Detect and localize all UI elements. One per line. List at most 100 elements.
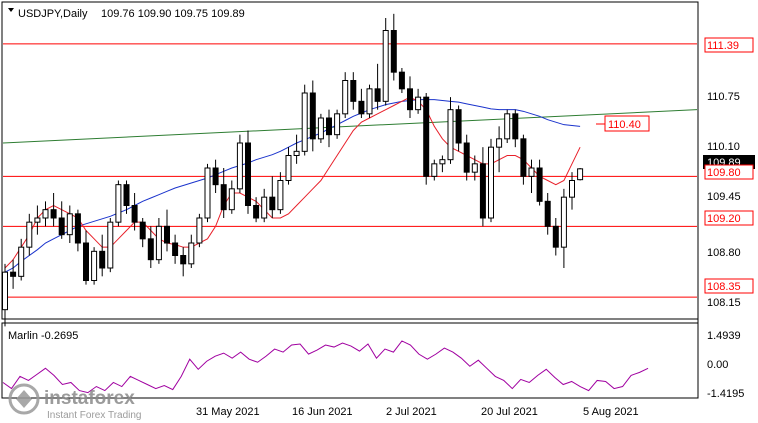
date-tick: 20 Jul 2021	[481, 406, 538, 418]
bear-candle	[479, 163, 486, 219]
price-tick: 110.10	[707, 141, 740, 153]
indicator-pane	[1, 322, 699, 399]
price-tick: 109.45	[707, 191, 741, 203]
bear-candle	[180, 255, 187, 265]
bull-candle	[317, 117, 324, 140]
bear-candle	[463, 142, 470, 173]
bear-candle	[520, 138, 527, 177]
indicator-tick: 0.00	[707, 359, 728, 371]
ohlc-values: 109.76 109.90 109.75 109.89	[101, 8, 245, 20]
logo-name: instaforex	[44, 388, 135, 409]
bull-candle	[334, 113, 341, 136]
bull-candle	[188, 242, 195, 265]
bull-candle	[155, 225, 162, 261]
bear-candle	[139, 221, 146, 240]
bull-candle	[447, 109, 454, 161]
bear-candle	[172, 242, 179, 256]
date-axis: 31 May 2021 16 Jun 2021 2 Jul 2021 20 Ju…	[196, 406, 639, 418]
level-label: 109.20	[707, 213, 741, 225]
date-tick: 31 May 2021	[196, 406, 260, 418]
bear-candle	[74, 213, 81, 244]
bull-candle	[26, 221, 33, 248]
level-label: 109.80	[707, 167, 741, 179]
bull-candle	[18, 246, 25, 277]
bull-candle	[204, 167, 211, 219]
bull-candle	[415, 96, 422, 111]
price-tick: 108.15	[707, 297, 741, 309]
bear-candle	[326, 117, 332, 136]
level-label: 111.39	[707, 40, 739, 52]
bear-candle	[212, 167, 219, 186]
bull-candle	[261, 196, 268, 219]
level-label: 110.40	[608, 119, 641, 131]
bull-candle	[115, 184, 122, 223]
bull-candle	[504, 113, 511, 140]
bull-candle	[285, 155, 292, 181]
bull-candle	[528, 167, 535, 177]
price-tick: 108.80	[707, 247, 741, 259]
bear-candle	[99, 250, 106, 269]
bear-candle	[544, 200, 551, 227]
bear-candle	[374, 88, 381, 102]
bear-candle	[164, 225, 170, 244]
bull-candle	[488, 146, 494, 219]
date-tick: 5 Aug 2021	[583, 406, 639, 418]
bull-candle	[66, 213, 73, 236]
bear-candle	[10, 271, 17, 277]
bull-candle	[569, 180, 575, 198]
bull-candle	[577, 168, 584, 181]
indicator-axis: 1.4939 0.00 -1.4195	[707, 330, 744, 400]
bull-candle	[42, 209, 49, 219]
bull-candle	[471, 163, 478, 173]
indicator-tick: 1.4939	[707, 330, 741, 342]
bull-candle	[196, 217, 203, 244]
bear-candle	[512, 113, 519, 140]
bear-candle	[455, 109, 462, 144]
bull-candle	[496, 138, 503, 148]
date-tick: 16 Jun 2021	[292, 406, 353, 418]
bear-candle	[123, 184, 130, 207]
bear-candle	[398, 71, 405, 90]
bear-candle	[131, 205, 138, 223]
bull-candle	[107, 221, 114, 269]
price-axis: 110.75 110.10 109.45 108.80 108.15	[707, 91, 741, 309]
bear-candle	[552, 225, 559, 248]
bull-candle	[2, 271, 8, 311]
bull-candle	[382, 30, 389, 102]
bull-candle	[277, 180, 284, 211]
bear-candle	[83, 242, 89, 281]
bear-candle	[253, 205, 260, 219]
symbol-label: USDJPY,Daily	[18, 8, 88, 20]
bear-candle	[245, 142, 251, 206]
level-label: 108.35	[707, 281, 741, 293]
bear-candle	[358, 100, 365, 115]
bull-candle	[366, 88, 373, 115]
bull-candle	[431, 163, 438, 177]
bull-candle	[560, 196, 567, 248]
bull-candle	[228, 188, 235, 211]
bull-candle	[236, 142, 243, 190]
bull-candle	[342, 80, 349, 115]
indicator-tick: -1.4195	[707, 388, 744, 400]
price-tick: 110.75	[707, 91, 740, 103]
bull-candle	[91, 250, 98, 281]
price-pane	[1, 1, 699, 320]
bull-candle	[34, 217, 41, 223]
bear-candle	[220, 184, 227, 211]
header: USDJPY,Daily 109.76 109.90 109.75 109.89	[8, 8, 245, 20]
indicator-label: Marlin -0.2695	[8, 330, 78, 342]
bear-candle	[309, 92, 316, 140]
bull-candle	[301, 92, 308, 152]
bear-candle	[147, 238, 154, 261]
bear-candle	[536, 167, 543, 202]
logo-tagline: Instant Forex Trading	[47, 410, 142, 421]
bear-candle	[269, 196, 276, 211]
chart-canvas: USDJPY,Daily 109.76 109.90 109.75 109.89…	[1, 1, 755, 421]
bear-candle	[350, 80, 357, 102]
date-tick: 2 Jul 2021	[386, 406, 437, 418]
bear-candle	[423, 96, 430, 177]
bear-candle	[390, 30, 397, 73]
bear-candle	[50, 209, 57, 219]
bull-candle	[439, 159, 446, 165]
bull-candle	[293, 150, 300, 156]
